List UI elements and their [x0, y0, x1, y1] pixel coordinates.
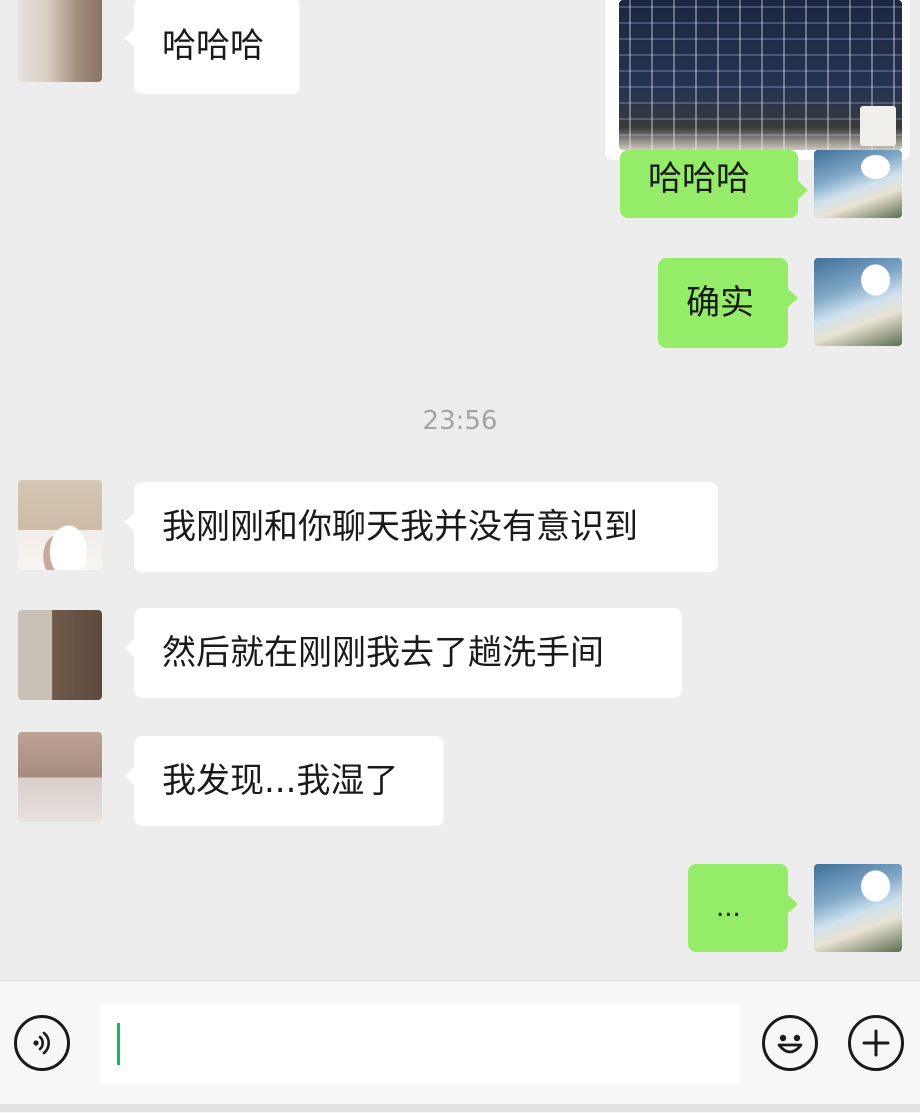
emoji-button[interactable] [762, 1015, 818, 1071]
message-bubble-outgoing[interactable]: ... [688, 864, 798, 952]
more-button[interactable] [848, 1015, 904, 1071]
contact-avatar[interactable] [18, 0, 102, 82]
plus-icon [862, 1029, 890, 1057]
message-bubble-incoming[interactable]: 我刚刚和你聊天我并没有意识到 [124, 482, 718, 572]
my-avatar[interactable] [814, 258, 902, 346]
message-text: 确实 [686, 283, 754, 323]
text-cursor [117, 1023, 120, 1065]
message-bubble-outgoing[interactable]: 确实 [658, 258, 798, 348]
input-toolbar [0, 980, 920, 1113]
chat-area: 哈哈哈 哈哈哈 确实 23:56 我刚刚和你聊天我并没有意识到 然后就在刚刚我去… [0, 0, 920, 980]
message-text: 哈哈哈 [648, 159, 750, 199]
message-text: ... [716, 893, 741, 923]
contact-avatar[interactable] [18, 610, 102, 700]
contact-avatar[interactable] [18, 480, 102, 570]
message-bubble-incoming[interactable]: 我发现...我湿了 [124, 736, 444, 826]
message-text: 我发现...我湿了 [162, 761, 399, 801]
contact-avatar[interactable] [18, 732, 102, 822]
message-bubble-incoming[interactable]: 然后就在刚刚我去了趟洗手间 [124, 608, 682, 698]
message-timestamp: 23:56 [422, 406, 498, 436]
my-avatar[interactable] [814, 864, 902, 952]
photo-thumbnail [619, 0, 902, 150]
message-text: 哈哈哈 [162, 26, 264, 66]
message-text: 然后就在刚刚我去了趟洗手间 [162, 633, 604, 673]
message-text: 我刚刚和你聊天我并没有意识到 [162, 507, 638, 547]
voice-button[interactable] [14, 1015, 70, 1071]
message-input[interactable] [100, 1003, 740, 1085]
my-avatar[interactable] [814, 150, 902, 218]
message-bubble-outgoing[interactable]: 哈哈哈 [620, 150, 808, 218]
emoji-icon [777, 1034, 803, 1054]
bottom-edge [0, 1104, 920, 1112]
message-bubble-incoming[interactable]: 哈哈哈 [124, 0, 300, 94]
image-message[interactable] [605, 0, 910, 160]
voice-icon [33, 1031, 50, 1055]
